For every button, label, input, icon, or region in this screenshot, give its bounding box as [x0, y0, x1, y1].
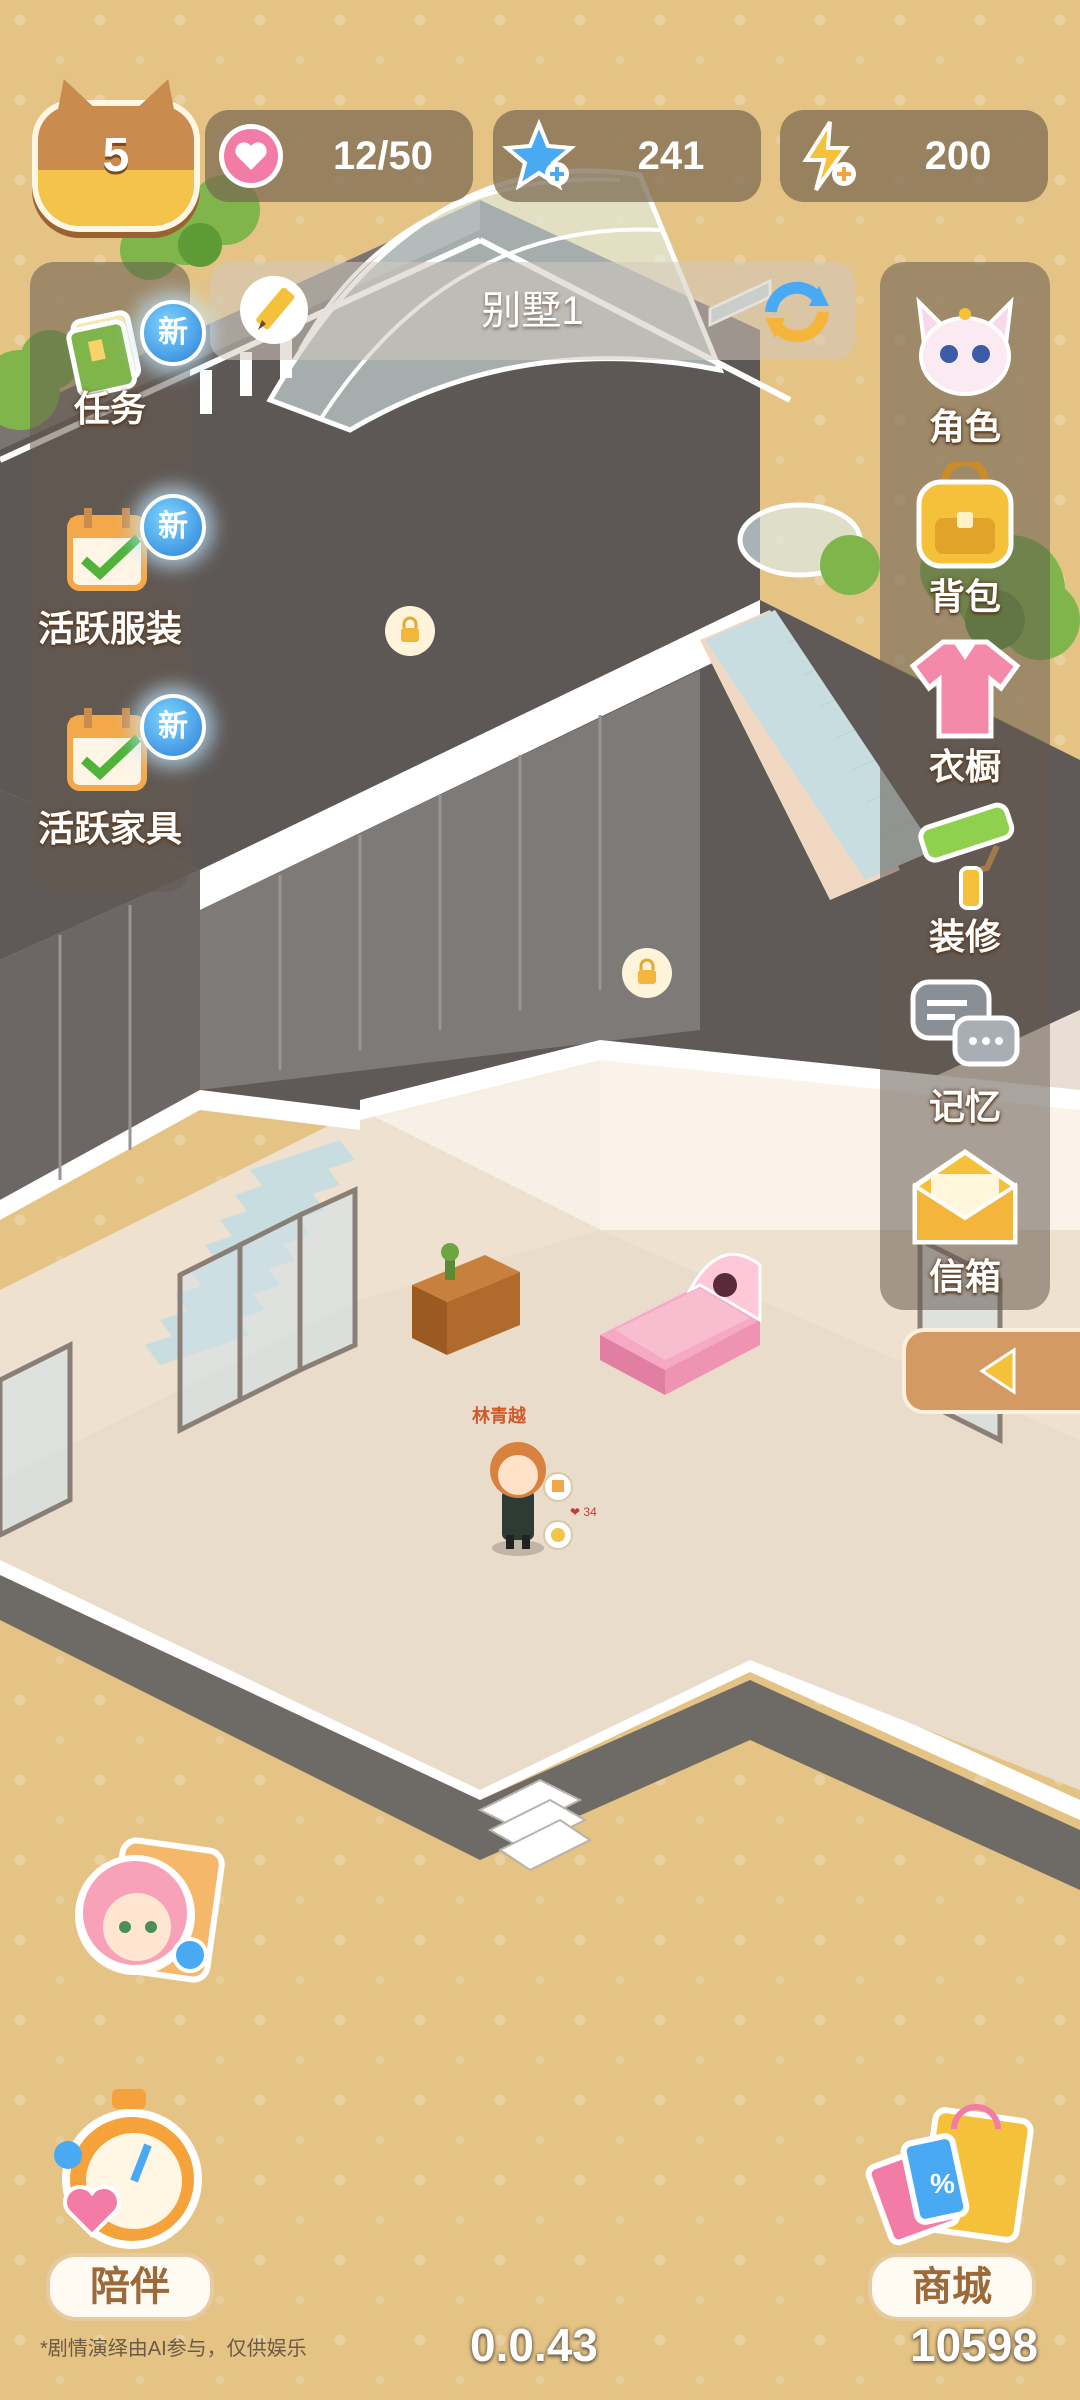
right-menu-label: 角色: [928, 406, 1001, 447]
envelope-icon: [912, 1148, 1018, 1245]
new-badge: 新: [140, 694, 206, 760]
shop-label: 商城: [868, 2253, 1036, 2321]
affection-heart-icon: ❤ 34: [570, 1505, 597, 1519]
right-menu-label: 背包: [928, 576, 1001, 617]
collapse-menu-button[interactable]: [902, 1328, 1080, 1414]
player-uid: 10598: [910, 2319, 1038, 2371]
location-bar: 别墅1: [210, 262, 855, 360]
right-menu-label: 衣橱: [928, 746, 1001, 787]
svg-text:%: %: [930, 2168, 955, 2199]
right-menu-item-mailbox[interactable]: 信箱: [880, 1136, 1050, 1306]
right-menu-label: 信箱: [928, 1256, 1001, 1297]
player-level-badge[interactable]: 5: [32, 100, 200, 232]
version-number: 0.0.43: [470, 2319, 598, 2371]
left-menu-item-active-furniture[interactable]: 新 活跃家具: [30, 682, 206, 852]
left-menu-label: 活跃家具: [37, 808, 182, 849]
left-menu-label: 活跃服装: [37, 608, 182, 649]
right-menu-item-backpack[interactable]: 背包: [880, 456, 1050, 626]
hearts-value: 12/50: [332, 134, 434, 178]
backpack-icon: [916, 462, 1014, 569]
right-menu-item-character[interactable]: 角色: [880, 286, 1050, 456]
lock-marker-upper[interactable]: [385, 606, 435, 656]
energy-value: 200: [924, 134, 992, 178]
energy-counter[interactable]: 200: [780, 110, 1048, 202]
arrow-left-icon: [976, 1346, 1026, 1401]
right-menu-label: 记忆: [928, 1086, 1001, 1127]
left-menu-item-active-outfits[interactable]: 新 活跃服装: [30, 482, 206, 652]
right-menu-item-wardrobe[interactable]: 衣橱: [880, 626, 1050, 796]
new-badge: 新: [140, 494, 206, 560]
left-menu-label: 任务: [73, 388, 146, 429]
blue-star-plus-icon: [501, 118, 577, 194]
new-badge: 新: [140, 300, 206, 366]
character-name[interactable]: 林青越: [472, 1402, 526, 1428]
right-menu-item-memory[interactable]: 记忆: [880, 966, 1050, 1136]
chat-bubbles-icon: [910, 979, 1020, 1067]
switch-arrows-icon[interactable]: [757, 272, 837, 350]
lightning-plus-icon: [788, 118, 864, 194]
heart-gem-icon: [213, 118, 289, 194]
diamonds-counter[interactable]: 241: [493, 110, 761, 202]
stopwatch-heart-icon: [54, 2089, 202, 2249]
lock-icon: [398, 616, 422, 644]
lock-icon: [635, 958, 659, 986]
left-menu-item-tasks[interactable]: 新 任务: [30, 282, 206, 452]
shirt-icon: [909, 639, 1021, 739]
left-menu-panel: 新 任务 新 活跃服装 新 活跃家具: [30, 262, 206, 892]
companion-avatar-button[interactable]: [55, 1835, 225, 1995]
hearts-counter[interactable]: 12/50: [205, 110, 473, 202]
ai-disclaimer: *剧情演绎由AI参与，仅供娱乐: [40, 2338, 307, 2360]
shop-button[interactable]: % 商城: [858, 2085, 1048, 2321]
right-menu-item-decorate[interactable]: 装修: [880, 796, 1050, 966]
player-level: 5: [102, 129, 130, 182]
companion-label: 陪伴: [46, 2253, 214, 2321]
companion-button[interactable]: 陪伴: [42, 2085, 222, 2321]
paint-roller-icon: [918, 802, 1015, 910]
right-menu-panel: 角色 背包 衣橱 装修 记忆 信箱: [880, 262, 1050, 1310]
right-menu-label: 装修: [928, 916, 1001, 957]
companion-avatar-icon: [75, 1837, 225, 1983]
shopping-bag-icon: %: [865, 2104, 1034, 2246]
lock-marker-middle[interactable]: [622, 948, 672, 998]
diamonds-value: 241: [637, 134, 705, 178]
fox-character-icon: [916, 296, 1014, 396]
